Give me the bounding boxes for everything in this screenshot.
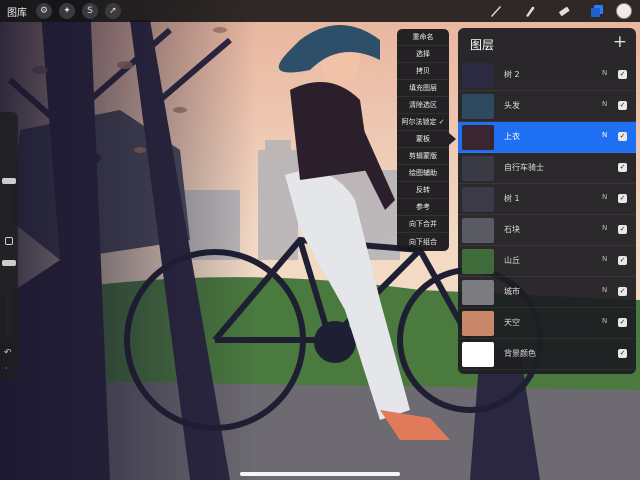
- layer-thumbnail[interactable]: [462, 280, 494, 305]
- brush-icon[interactable]: [488, 3, 504, 19]
- layer-visibility-checkbox[interactable]: ✓: [618, 101, 627, 110]
- menu-item-select[interactable]: 选择: [397, 46, 449, 63]
- brush-size-slider[interactable]: [2, 120, 16, 220]
- menu-item-mask[interactable]: 蒙板: [397, 131, 449, 148]
- layers-icon[interactable]: [589, 3, 605, 19]
- layer-list: 树 2 N ✓ 头发 N ✓ 上衣 N ✓ 自行车骑士 ✓ 树 1 N ✓ 石块 N ✓ 山丘 N ✓ 城市 N ✓ 天空 N ✓…: [458, 60, 636, 370]
- wrench-icon[interactable]: ⚙: [36, 3, 52, 19]
- layer-thumbnail[interactable]: [462, 187, 494, 212]
- color-swatch[interactable]: [616, 3, 632, 19]
- layer-name[interactable]: 自行车骑士: [504, 162, 544, 173]
- layer-visibility-checkbox[interactable]: ✓: [618, 256, 627, 265]
- layer-visibility-checkbox[interactable]: ✓: [618, 194, 627, 203]
- layer-thumbnail[interactable]: [462, 156, 494, 181]
- menu-item-fill-layer[interactable]: 填充图层: [397, 80, 449, 97]
- layer-thumbnail[interactable]: [462, 342, 494, 367]
- layer-visibility-checkbox[interactable]: ✓: [618, 132, 627, 141]
- layer-row[interactable]: 树 1 N ✓: [458, 184, 636, 215]
- layer-blend-mode[interactable]: N: [602, 317, 607, 325]
- left-sidebar: ↶ ·: [0, 112, 18, 380]
- layer-visibility-checkbox[interactable]: ✓: [618, 349, 627, 358]
- layer-row[interactable]: 城市 N ✓: [458, 277, 636, 308]
- redo-icon[interactable]: ·: [5, 364, 8, 373]
- layer-name[interactable]: 石块: [504, 224, 520, 235]
- layer-row[interactable]: 山丘 N ✓: [458, 246, 636, 277]
- layer-options-menu: 重命名 选择 拷贝 填充图层 清除选区 阿尔法锁定 ✓ 蒙板 剪辑蒙版 绘图辅助…: [397, 29, 449, 251]
- menu-item-combine-down[interactable]: 向下组合: [397, 233, 449, 250]
- layer-visibility-checkbox[interactable]: ✓: [618, 318, 627, 327]
- layer-blend-mode[interactable]: N: [602, 69, 607, 77]
- transform-arrow-icon[interactable]: ➚: [105, 3, 121, 19]
- layer-blend-mode[interactable]: N: [602, 193, 607, 201]
- home-indicator[interactable]: [240, 472, 400, 476]
- layer-thumbnail[interactable]: [462, 249, 494, 274]
- layer-row[interactable]: 石块 N ✓: [458, 215, 636, 246]
- layer-name[interactable]: 树 1: [504, 193, 520, 204]
- layer-thumbnail[interactable]: [462, 218, 494, 243]
- layer-thumbnail[interactable]: [462, 311, 494, 336]
- layer-name[interactable]: 背景颜色: [504, 348, 536, 359]
- layer-row[interactable]: 头发 N ✓: [458, 91, 636, 122]
- modify-button[interactable]: [5, 237, 13, 245]
- menu-item-clipping-mask[interactable]: 剪辑蒙版: [397, 148, 449, 165]
- layer-thumbnail[interactable]: [462, 94, 494, 119]
- menu-item-clear[interactable]: 清除选区: [397, 97, 449, 114]
- opacity-slider[interactable]: [2, 252, 16, 337]
- layers-title: 图层: [470, 38, 495, 52]
- layer-row[interactable]: 背景颜色 ✓: [458, 339, 636, 370]
- layer-name[interactable]: 头发: [504, 100, 520, 111]
- layer-name[interactable]: 天空: [504, 317, 520, 328]
- menu-item-alpha-lock[interactable]: 阿尔法锁定 ✓: [397, 114, 449, 131]
- layers-header: 图层 +: [458, 28, 636, 60]
- opacity-thumb[interactable]: [2, 260, 16, 266]
- menu-item-merge-down[interactable]: 向下合并: [397, 216, 449, 233]
- layer-blend-mode[interactable]: N: [602, 224, 607, 232]
- menu-item-invert[interactable]: 反转: [397, 182, 449, 199]
- layer-name[interactable]: 上衣: [504, 131, 520, 142]
- layer-visibility-checkbox[interactable]: ✓: [618, 163, 627, 172]
- layer-visibility-checkbox[interactable]: ✓: [618, 225, 627, 234]
- smudge-icon[interactable]: [522, 3, 538, 19]
- menu-item-drawing-assist[interactable]: 绘图辅助: [397, 165, 449, 182]
- layer-blend-mode[interactable]: N: [602, 100, 607, 108]
- top-toolbar: 图库 ⚙ ✦ S ➚: [0, 0, 640, 22]
- layers-panel: 图层 + 树 2 N ✓ 头发 N ✓ 上衣 N ✓ 自行车骑士 ✓ 树 1 N ✓ 石块 N ✓ 山丘 N ✓ 城市 N…: [458, 28, 636, 374]
- layer-thumbnail[interactable]: [462, 125, 494, 150]
- layer-name[interactable]: 山丘: [504, 255, 520, 266]
- layer-visibility-checkbox[interactable]: ✓: [618, 287, 627, 296]
- menu-item-rename[interactable]: 重命名: [397, 29, 449, 46]
- menu-pointer-arrow: [449, 133, 456, 145]
- layer-thumbnail[interactable]: [462, 63, 494, 88]
- brush-size-thumb[interactable]: [2, 178, 16, 184]
- selection-icon[interactable]: S: [82, 3, 98, 19]
- layer-name[interactable]: 树 2: [504, 69, 520, 80]
- undo-icon[interactable]: ↶: [4, 348, 12, 358]
- menu-item-copy[interactable]: 拷贝: [397, 63, 449, 80]
- magic-wand-icon[interactable]: ✦: [59, 3, 75, 19]
- menu-item-reference[interactable]: 参考: [397, 199, 449, 216]
- layer-blend-mode[interactable]: N: [602, 286, 607, 294]
- layer-row[interactable]: 树 2 N ✓: [458, 60, 636, 91]
- gallery-link[interactable]: 图库: [7, 4, 27, 19]
- layer-visibility-checkbox[interactable]: ✓: [618, 70, 627, 79]
- eraser-icon[interactable]: [556, 3, 572, 19]
- layer-row[interactable]: 自行车骑士 ✓: [458, 153, 636, 184]
- layer-blend-mode[interactable]: N: [602, 255, 607, 263]
- layer-row[interactable]: 天空 N ✓: [458, 308, 636, 339]
- layer-blend-mode[interactable]: N: [602, 131, 607, 139]
- layer-name[interactable]: 城市: [504, 286, 520, 297]
- layer-row[interactable]: 上衣 N ✓: [458, 122, 636, 153]
- add-layer-icon[interactable]: +: [613, 32, 627, 52]
